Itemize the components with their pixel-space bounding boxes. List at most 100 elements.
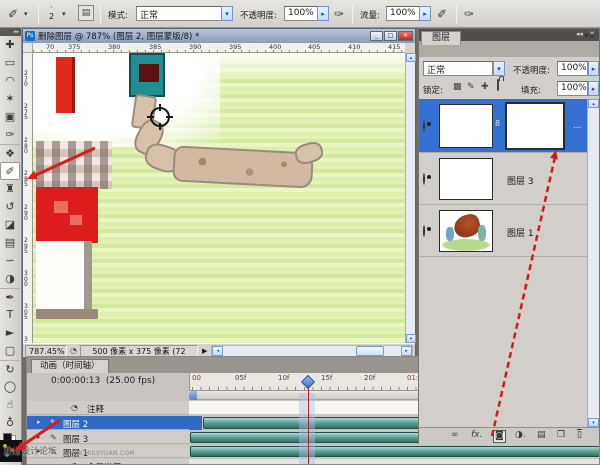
scroll-up-icon[interactable]: ▴ <box>588 99 599 108</box>
maximize-button[interactable]: □ <box>384 31 397 41</box>
minimize-button[interactable]: _ <box>370 31 383 41</box>
canvas-artwork[interactable] <box>33 53 405 343</box>
hand-tool-icon[interactable]: ☝ <box>0 396 20 414</box>
opacity-spinner[interactable]: ▸ <box>317 6 329 21</box>
lasso-tool-icon[interactable]: ◠ <box>0 72 20 90</box>
stopwatch-icon[interactable]: ◔ <box>71 461 78 465</box>
timeline-tab[interactable]: 动画（时间轴） <box>31 359 109 373</box>
mask-link-icon[interactable]: 8 <box>495 119 500 128</box>
toggle-brushes-panel-button[interactable]: ▤ <box>78 5 94 21</box>
visibility-eye-icon[interactable] <box>423 225 425 237</box>
quick-select-tool-icon[interactable]: ✶ <box>0 90 20 108</box>
scroll-left-icon[interactable]: ◂ <box>212 346 223 356</box>
layer1-duration-bar[interactable] <box>190 446 600 457</box>
lock-pixels-icon[interactable]: ✎ <box>467 82 475 92</box>
zoom-tool-icon[interactable]: ♁ <box>0 414 20 432</box>
tool-preset-dropdown-icon[interactable]: ▾ <box>24 10 28 18</box>
timeline-row-comments[interactable]: ◔ 注释 <box>27 401 189 415</box>
timeline-row-layer2[interactable]: ▸ ✎ 图层 2 <box>27 416 189 430</box>
layer-row-layer1[interactable]: 图层 1 <box>419 205 589 257</box>
layer-name[interactable]: 图层 1 <box>507 226 534 239</box>
tablet-opacity-icon[interactable]: ✑ <box>334 4 344 24</box>
layer-name[interactable]: 图层 3 <box>507 174 534 187</box>
eraser-tool-icon[interactable]: ◪ <box>0 216 20 234</box>
layer-style-fx-button[interactable]: fx. <box>471 430 482 440</box>
mode-select[interactable]: 正常 <box>136 6 222 21</box>
scroll-right-icon[interactable]: ▸ <box>401 346 412 356</box>
adjustment-layer-button[interactable]: ◑. <box>515 430 526 440</box>
horizontal-scrollbar[interactable]: ◂ ▸ <box>211 345 413 357</box>
smudge-tool-icon[interactable]: ∽ <box>0 252 20 270</box>
delete-layer-button[interactable]: ▯ <box>577 430 582 440</box>
zoom-level-field[interactable]: 787.45% <box>25 345 67 357</box>
timeline-row-global-lighting[interactable]: ◔ 全局光源 <box>27 459 189 465</box>
panel-menu-icon[interactable]: ▾≡ <box>584 31 595 40</box>
stopwatch-icon[interactable]: ◔ <box>71 403 78 412</box>
rotate-3d-tool-icon[interactable]: ↻ <box>0 360 20 378</box>
move-tool-icon[interactable]: ✚ <box>0 36 20 54</box>
blend-mode-dropdown-icon[interactable]: ▾ <box>493 61 505 76</box>
history-brush-tool-icon[interactable]: ↺ <box>0 198 20 216</box>
brush-tool-icon[interactable]: ✐ <box>8 4 18 24</box>
path-select-tool-icon[interactable]: ► <box>0 324 20 342</box>
lock-position-icon[interactable]: ✚ <box>481 82 489 92</box>
eyedropper-tool-icon[interactable]: ✑ <box>0 126 20 144</box>
scrollbar-thumb[interactable] <box>356 346 384 356</box>
flow-value[interactable]: 100% <box>386 6 420 21</box>
flow-spinner[interactable]: ▸ <box>419 6 431 21</box>
mode-dropdown-button[interactable]: ▾ <box>221 6 233 21</box>
clone-stamp-tool-icon[interactable]: ♜ <box>0 180 20 198</box>
dodge-tool-icon[interactable]: ◑ <box>0 270 20 288</box>
pen-tool-icon[interactable]: ✒ <box>0 288 20 306</box>
scroll-down-icon[interactable]: ▾ <box>588 418 599 427</box>
opacity-value[interactable]: 100% <box>557 61 588 76</box>
expand-triangle-icon[interactable]: ▸ <box>37 433 41 441</box>
layer-row-layer2-selected[interactable]: 8 ... <box>419 99 589 153</box>
layer-thumbnail[interactable] <box>439 158 493 200</box>
expand-triangle-icon[interactable]: ▸ <box>37 418 41 426</box>
link-layers-button[interactable]: ∞ <box>451 430 459 440</box>
status-menu-icon[interactable]: ▶ <box>202 347 207 355</box>
layer-name[interactable]: ... <box>573 121 582 131</box>
gradient-tool-icon[interactable]: ▤ <box>0 234 20 252</box>
timeline-row-layer3[interactable]: ▸ ✎ 图层 3 <box>27 431 189 444</box>
toolbox-collapse-icon[interactable]: ▸▸ <box>0 28 21 36</box>
fill-spinner[interactable]: ▸ <box>588 81 599 96</box>
brush-picker-dropdown-icon[interactable]: ▾ <box>62 10 66 18</box>
visibility-eye-icon[interactable] <box>423 173 425 185</box>
brush-tool-selected-icon[interactable]: ✐ <box>0 162 20 180</box>
close-button[interactable]: ✕ <box>398 31 413 41</box>
blend-mode-select[interactable]: 正常 <box>423 61 493 76</box>
healing-brush-tool-icon[interactable]: ❖ <box>0 144 20 162</box>
scroll-down-icon[interactable]: ▾ <box>406 334 416 343</box>
work-area-start-handle[interactable] <box>189 391 197 400</box>
layer-mask-thumbnail[interactable] <box>505 102 565 150</box>
marquee-tool-icon[interactable]: ▭ <box>0 54 20 72</box>
global-lighting-track[interactable] <box>189 459 600 465</box>
scroll-up-icon[interactable]: ▴ <box>406 53 416 62</box>
lock-all-icon[interactable] <box>497 80 499 90</box>
layer-thumbnail[interactable] <box>439 210 493 252</box>
new-layer-button[interactable]: ❐ <box>557 430 565 440</box>
layer-row-layer3[interactable]: 图层 3 <box>419 153 589 205</box>
lock-transparency-icon[interactable]: ▩ <box>453 82 462 92</box>
crop-tool-icon[interactable]: ▣ <box>0 108 20 126</box>
type-tool-icon[interactable]: T <box>0 306 20 324</box>
panel-scrollbar[interactable]: ▴ ▾ <box>587 99 599 427</box>
add-layer-mask-button[interactable]: ◙ <box>493 430 506 443</box>
orbit-3d-tool-icon[interactable]: ◯ <box>0 378 20 396</box>
brush-size-value[interactable]: 2 <box>49 12 54 21</box>
panel-collapse-icon[interactable]: ◂◂ <box>576 30 583 38</box>
opacity-spinner[interactable]: ▸ <box>588 61 599 76</box>
opacity-value[interactable]: 100% <box>284 6 318 21</box>
airbrush-toggle-icon[interactable]: ✐ <box>437 4 447 24</box>
vertical-scrollbar[interactable]: ▴ ▾ <box>405 53 415 343</box>
layers-tab[interactable]: 图层 <box>421 31 461 45</box>
visibility-eye-icon[interactable] <box>423 120 425 132</box>
document-titlebar[interactable]: Ps 删除图层 @ 787% (图层 2, 图层蒙版/8) * _ □ ✕ <box>23 29 415 43</box>
selected-frame-cell[interactable] <box>189 416 202 430</box>
layer-thumbnail[interactable] <box>439 104 493 148</box>
new-group-button[interactable]: ▤ <box>537 430 546 440</box>
fill-value[interactable]: 100% <box>557 81 588 96</box>
shape-tool-icon[interactable]: ▢ <box>0 342 20 360</box>
